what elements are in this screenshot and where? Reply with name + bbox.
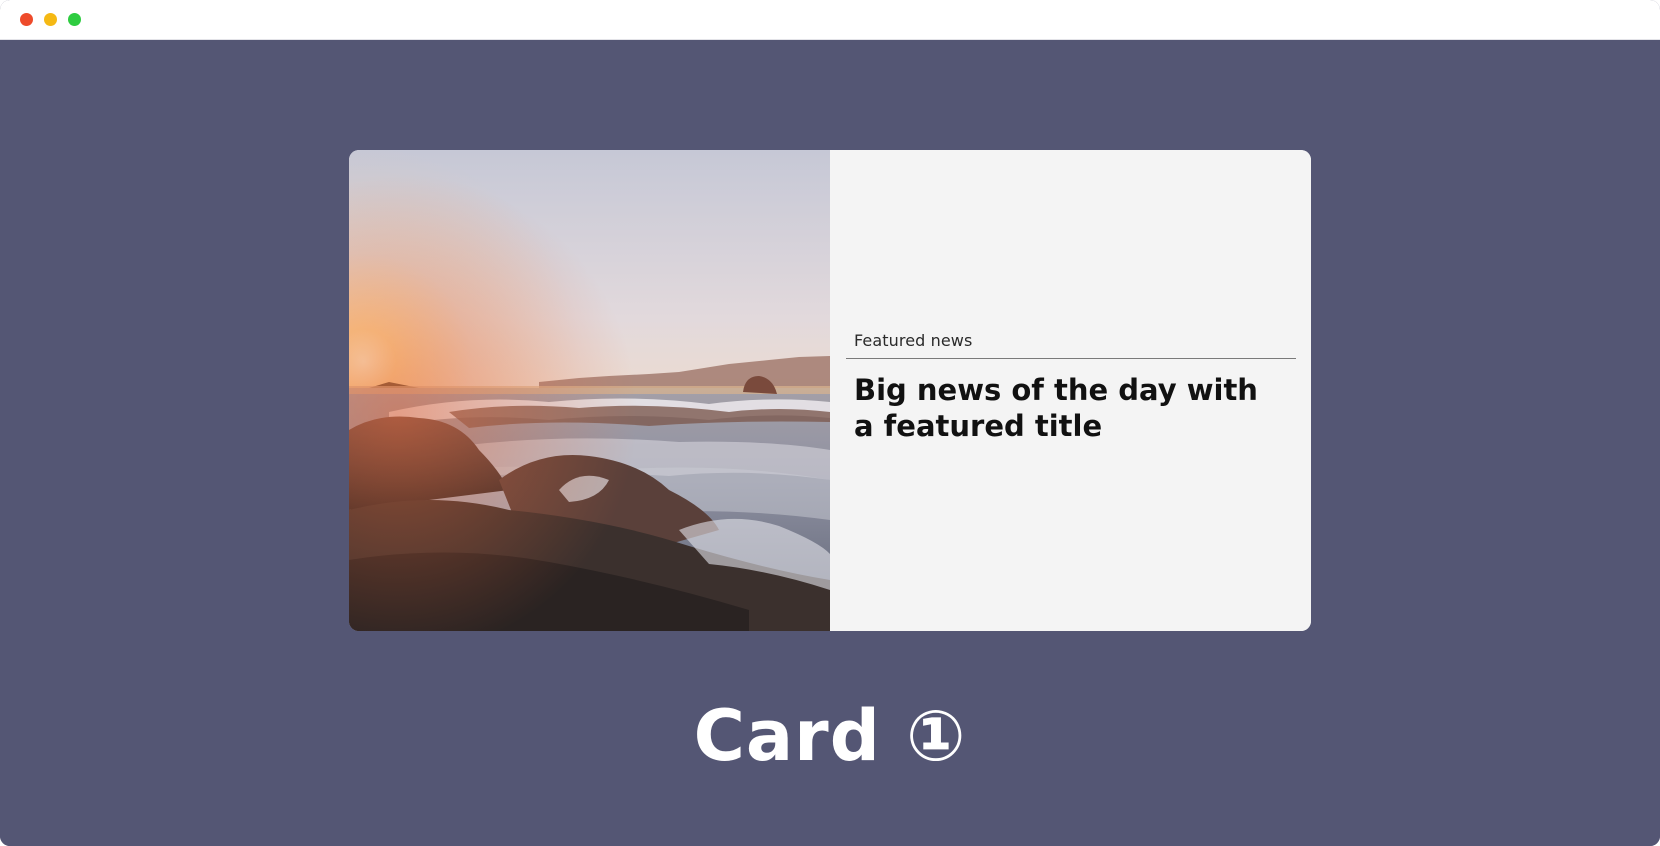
card-body: Featured news Big news of the day with a…	[830, 150, 1311, 631]
minimize-window-button[interactable]	[44, 13, 57, 26]
page-content: Featured news Big news of the day with a…	[0, 40, 1660, 846]
browser-window: Featured news Big news of the day with a…	[0, 0, 1660, 846]
window-titlebar	[0, 0, 1660, 40]
card-category-label: Featured news	[854, 331, 973, 350]
seascape-photo	[349, 150, 830, 631]
news-card[interactable]: Featured news Big news of the day with a…	[349, 150, 1311, 631]
card-image	[349, 150, 830, 631]
page-caption: Card ①	[693, 695, 967, 777]
close-window-button[interactable]	[20, 13, 33, 26]
card-divider	[846, 358, 1296, 359]
maximize-window-button[interactable]	[68, 13, 81, 26]
card-title[interactable]: Big news of the day with a featured titl…	[854, 372, 1274, 444]
